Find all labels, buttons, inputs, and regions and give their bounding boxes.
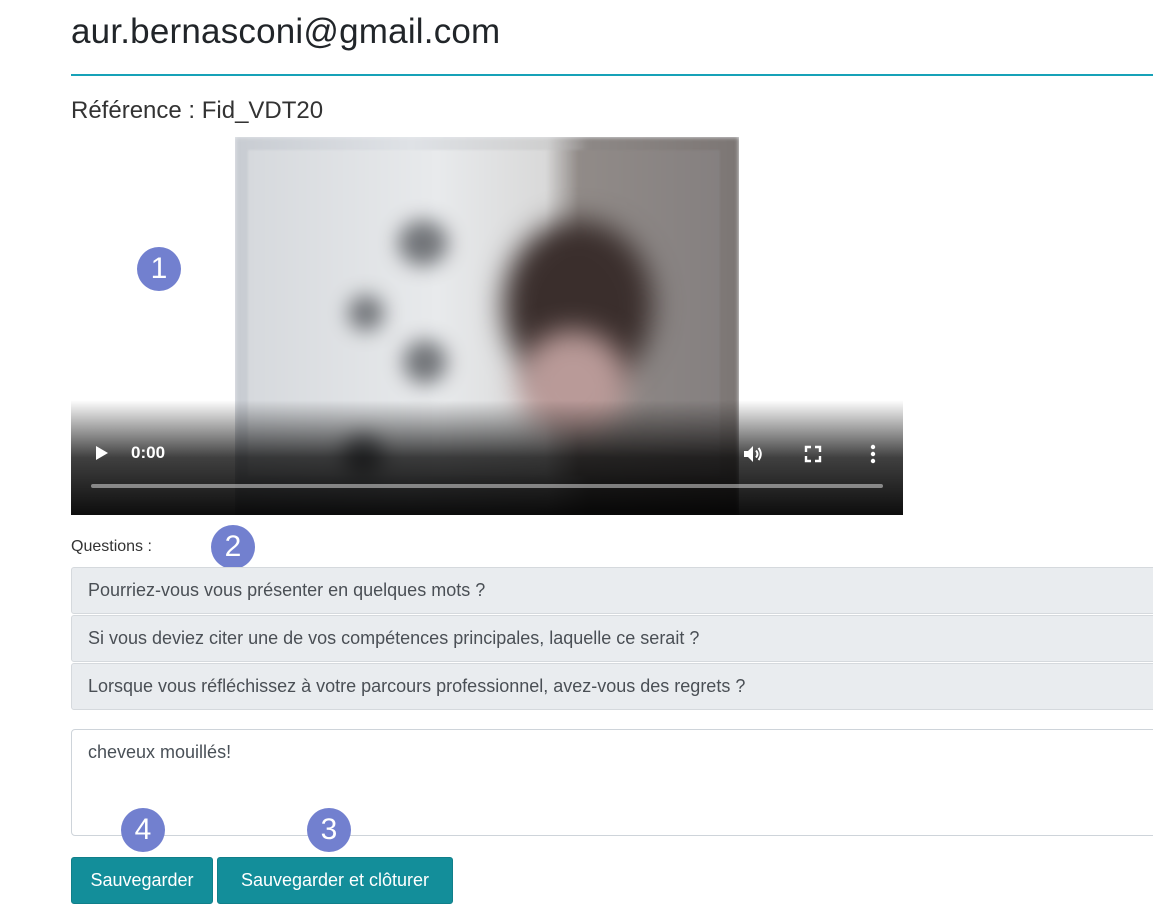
fullscreen-icon[interactable] [802,443,824,465]
step-badge-1: 1 [137,247,181,291]
page: aur.bernasconi@gmail.com Référence : Fid… [0,0,1153,915]
step-badge-3: 3 [307,808,351,852]
save-button[interactable]: Sauvegarder [71,857,213,904]
time-display: 0:00 [131,443,166,462]
step-badge-2: 2 [211,525,255,569]
title-divider [71,74,1153,76]
step-badge-4: 4 [121,808,165,852]
more-vertical-icon[interactable] [864,442,882,466]
question-item[interactable]: Pourriez-vous vous présenter en quelques… [71,567,1153,614]
play-icon[interactable] [93,443,111,463]
volume-icon[interactable] [741,442,765,466]
page-title: aur.bernasconi@gmail.com [71,12,501,51]
questions-label: Questions : [71,538,152,555]
video-controls-overlay [71,400,903,515]
question-list: Pourriez-vous vous présenter en quelques… [71,567,1153,711]
question-item[interactable]: Lorsque vous réfléchissez à votre parcou… [71,663,1153,710]
comment-textarea[interactable]: cheveux mouillés! [71,729,1153,836]
video-progress-bar[interactable] [91,484,883,488]
question-item[interactable]: Si vous deviez citer une de vos compéten… [71,615,1153,662]
video-player[interactable]: 0:00 [71,137,903,515]
save-and-close-button[interactable]: Sauvegarder et clôturer [217,857,453,904]
reference-label: Référence : Fid_VDT20 [71,97,324,124]
